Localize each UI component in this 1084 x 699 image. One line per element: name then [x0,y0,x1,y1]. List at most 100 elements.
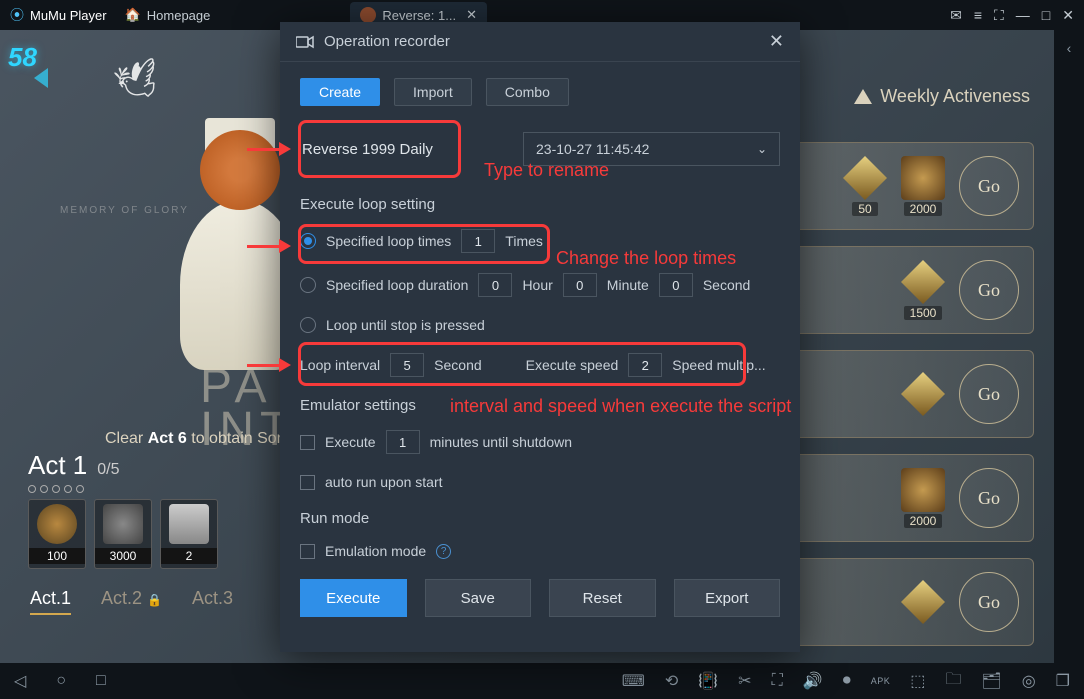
combo-tab[interactable]: Combo [486,78,569,106]
dove-graphic: 🕊 [110,55,165,107]
go-button[interactable]: Go [959,260,1019,320]
operation-recorder-dialog: Operation recorder ✕ Create Import Combo… [280,22,800,652]
loop-section-title: Execute loop setting [300,196,780,213]
volume-icon[interactable]: 🔊 [803,671,823,691]
loop-duration-radio[interactable] [300,277,316,293]
location-icon[interactable]: ◎ [1022,671,1036,691]
hour-unit: Hour [522,277,552,293]
loop-times-input[interactable] [461,229,495,253]
reward-item[interactable]: 3000 [94,499,152,569]
speed-unit: Speed multip... [672,357,765,373]
expand-icon[interactable]: ⛶ [994,7,1004,24]
apk-label[interactable]: APK [871,676,891,686]
shutdown-checkbox[interactable] [300,435,315,450]
reset-button[interactable]: Reset [549,579,656,617]
act-tab[interactable]: Act.2 🔒 [101,588,162,615]
nav-recent-icon[interactable]: □ [96,672,106,690]
screenshot-icon[interactable]: ✂ [738,671,751,691]
window-close-icon[interactable]: ✕ [1062,7,1074,24]
home-icon[interactable]: 🏠 [125,7,141,23]
task-card: Go [794,558,1034,646]
task-card: 2000 Go [794,454,1034,542]
go-button[interactable]: Go [959,468,1019,528]
weekly-activeness[interactable]: Weekly Activeness [854,86,1030,107]
go-button[interactable]: Go [959,156,1019,216]
multi-icon[interactable]: 🗂 [981,671,1001,691]
execute-button[interactable]: Execute [300,579,407,617]
speed-label: Execute speed [526,357,619,373]
tab-close-icon[interactable]: ✕ [466,7,477,23]
speed-input[interactable] [628,353,662,377]
shutdown-input[interactable] [386,430,420,454]
bottom-nav-bar: ◁ ○ □ ⌨ ⟲ 📳 ✂ ⛶ 🔊 ⏺ APK ⬚ 🗀 🗂 ◎ ❐ [0,663,1084,699]
shutdown-row: Execute minutes until shutdown [300,430,780,454]
menu-icon[interactable]: ≡ [974,7,982,23]
crop-icon[interactable]: ⬚ [910,671,925,691]
go-button[interactable]: Go [959,572,1019,632]
loop-duration-label: Specified loop duration [326,277,468,293]
reward-item[interactable]: 100 [28,499,86,569]
maximize-icon[interactable]: □ [1042,7,1050,23]
act-tabs: Act.1 Act.2 🔒 Act.3 [30,588,233,615]
record-icon[interactable]: ⏺ [843,672,851,690]
rewards-row: 100 3000 2 [28,499,278,569]
runmode-section-title: Run mode [300,510,780,527]
date-value: 23-10-27 11:45:42 [536,141,649,157]
minimize-icon[interactable]: ― [1016,7,1030,23]
interval-input[interactable] [390,353,424,377]
card-item: 2000 [901,156,945,216]
minute-unit: Minute [607,277,649,293]
import-tab[interactable]: Import [394,78,472,106]
autorun-row: auto run upon start [300,474,780,490]
chevron-down-icon: ⌄ [757,142,767,156]
loop-times-label: Specified loop times [326,233,451,249]
keyboard-icon[interactable]: ⌨ [622,671,645,691]
triangle-icon [854,89,872,104]
shutdown-unit: minutes until shutdown [430,434,572,450]
save-button[interactable]: Save [425,579,532,617]
hud-number: 58 [8,42,37,73]
loop-times-radio[interactable] [300,233,316,249]
act-tab[interactable]: Act.3 [192,588,233,615]
nav-back-icon[interactable]: ◁ [14,671,26,691]
loop-duration-row: Specified loop duration Hour Minute Seco… [300,273,780,297]
shake-icon[interactable]: 📳 [698,671,718,691]
windows-icon[interactable]: ❐ [1056,671,1070,691]
minute-input[interactable] [563,273,597,297]
reward-item[interactable]: 2 [160,499,218,569]
emulation-row: Emulation mode ? [300,543,780,559]
dialog-header: Operation recorder ✕ [280,22,800,62]
go-button[interactable]: Go [959,364,1019,424]
back-button-icon[interactable] [34,68,48,88]
mail-icon[interactable]: ✉ [950,7,962,24]
loop-until-radio[interactable] [300,317,316,333]
app-avatar-icon [360,7,376,23]
dialog-title: Operation recorder [324,33,769,50]
emulation-checkbox[interactable] [300,544,315,559]
script-name-input[interactable] [300,133,503,166]
rotate-icon[interactable]: ⟲ [665,671,678,691]
emulation-label: Emulation mode [325,543,426,559]
dialog-actions: Execute Save Reset Export [300,579,780,617]
loop-times-row: Specified loop times Times [300,229,780,253]
fullscreen-icon[interactable]: ⛶ [772,672,783,690]
autorun-label: auto run upon start [325,474,443,490]
folder-icon[interactable]: 🗀 [945,668,961,695]
window-controls: ✉ ≡ ⛶ ― □ ✕ [950,7,1074,24]
act-tab[interactable]: Act.1 [30,588,71,615]
dialog-close-icon[interactable]: ✕ [769,31,784,52]
nav-home-icon[interactable]: ○ [56,672,66,690]
chevron-left-icon[interactable]: ‹ [1067,40,1072,56]
export-button[interactable]: Export [674,579,781,617]
second-input[interactable] [659,273,693,297]
date-select[interactable]: 23-10-27 11:45:42 ⌄ [523,132,780,166]
second-unit: Second [703,277,750,293]
help-icon[interactable]: ? [436,544,451,559]
homepage-label[interactable]: Homepage [147,8,211,23]
create-tab[interactable]: Create [300,78,380,106]
card-item: 50 [843,156,887,216]
loop-until-label: Loop until stop is pressed [326,317,485,333]
weekly-label: Weekly Activeness [880,86,1030,107]
hour-input[interactable] [478,273,512,297]
autorun-checkbox[interactable] [300,475,315,490]
